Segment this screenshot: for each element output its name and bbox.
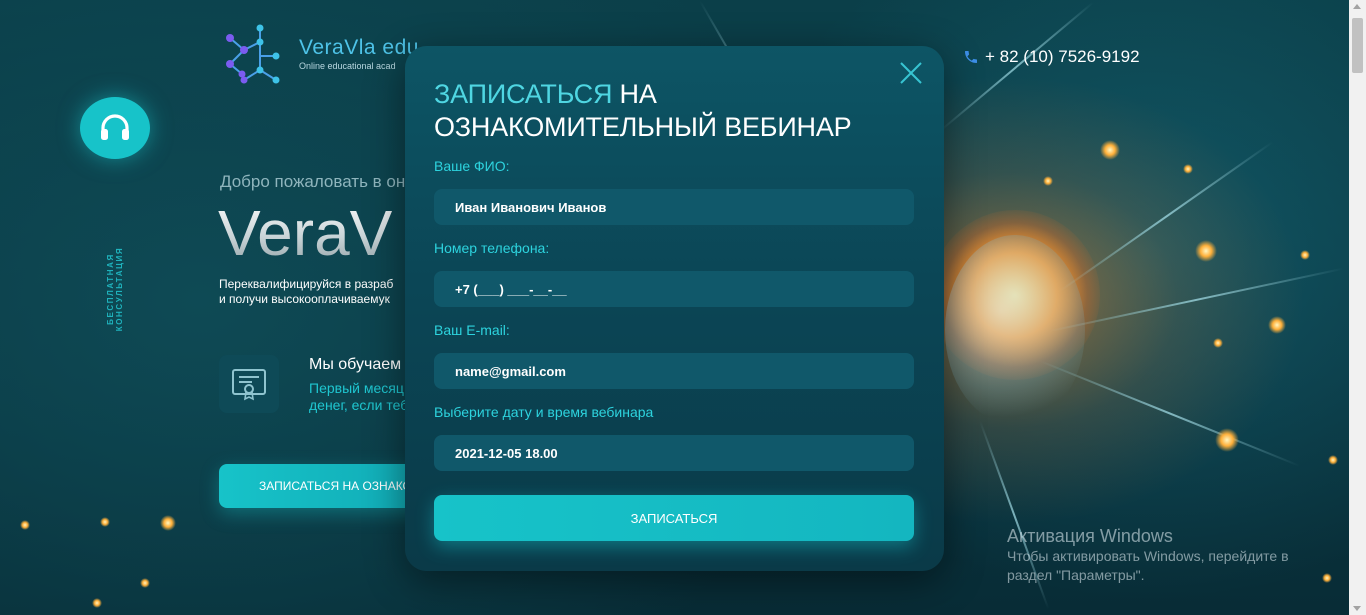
certificate-badge xyxy=(219,355,279,413)
hero-description-line: Переквалифицируйся в разраб xyxy=(219,277,394,291)
spark xyxy=(160,515,176,531)
submit-button[interactable]: ЗАПИСАТЬСЯ xyxy=(434,495,914,541)
free-consultation-button[interactable] xyxy=(80,97,150,159)
spark xyxy=(92,598,102,608)
hero-welcome: Добро пожаловать в онл xyxy=(220,172,416,191)
logo-subtitle: Online educational acad xyxy=(299,61,396,71)
spark xyxy=(140,578,150,588)
spark xyxy=(100,517,110,527)
logo-title: VeraVla edu xyxy=(299,36,419,59)
hero-description-line: и получи высокооплачиваемук xyxy=(219,292,390,306)
phone-label: Номер телефона: xyxy=(434,240,550,256)
close-icon[interactable] xyxy=(898,60,924,86)
consultation-vertical-label: БЕСПЛАТНАЯ КОНСУЛЬТАЦИЯ xyxy=(106,246,124,332)
watermark-line: раздел "Параметры". xyxy=(1007,567,1145,583)
spark xyxy=(1043,176,1053,186)
modal-title-line2: ОЗНАКОМИТЕЛЬНЫЙ ВЕБИНАР xyxy=(434,112,852,142)
modal-title: ЗАПИСАТЬСЯ НА ОЗНАКОМИТЕЛЬНЫЙ ВЕБИНАР xyxy=(434,78,852,144)
hero-description: Переквалифицируйся в разраб и получи выс… xyxy=(219,277,393,307)
windows-activation-watermark: Активация Windows Чтобы активировать Win… xyxy=(1007,526,1289,585)
neuron-dendrite xyxy=(1049,267,1344,332)
headphones-icon xyxy=(101,114,129,140)
teach-description: Первый месяц денег, если тебе xyxy=(309,380,416,414)
watermark-line: Чтобы активировать Windows, перейдите в xyxy=(1007,548,1289,564)
spark xyxy=(1328,455,1338,465)
phone-field[interactable]: +7 (___) ___-__-__ xyxy=(434,271,914,307)
spark xyxy=(1213,338,1223,348)
email-field[interactable]: name@gmail.com xyxy=(434,353,914,389)
site-logo[interactable]: VeraVla edu Online educational acad xyxy=(220,24,430,88)
webinar-signup-modal: ЗАПИСАТЬСЯ НА ОЗНАКОМИТЕЛЬНЫЙ ВЕБИНАР Ва… xyxy=(405,46,944,571)
spark xyxy=(20,520,30,530)
date-select[interactable]: 2021-12-05 18.00 xyxy=(434,435,914,471)
scroll-up-icon[interactable] xyxy=(1353,4,1361,9)
name-field[interactable]: Иван Иванович Иванов xyxy=(434,189,914,225)
neuron-glow xyxy=(930,210,1100,380)
neuron-dendrite xyxy=(1039,360,1300,467)
watermark-title: Активация Windows xyxy=(1007,526,1173,546)
hero-title: VeraV xyxy=(218,197,393,269)
spark xyxy=(1215,428,1239,452)
modal-title-rest: НА xyxy=(612,79,657,109)
spark xyxy=(1100,140,1120,160)
logo-network-icon xyxy=(226,24,280,84)
phone-icon xyxy=(965,51,977,63)
certificate-icon xyxy=(232,369,266,401)
teach-description-line: денег, если тебе xyxy=(309,397,416,413)
neuron-body xyxy=(945,235,1085,425)
spark xyxy=(1195,240,1217,262)
modal-title-accent: ЗАПИСАТЬСЯ xyxy=(434,79,613,109)
teach-title: Мы обучаем xyxy=(309,356,402,373)
spark xyxy=(1322,573,1332,583)
spark xyxy=(1183,164,1193,174)
spark xyxy=(1300,250,1310,260)
spark xyxy=(1268,316,1286,334)
scrollbar-thumb[interactable] xyxy=(1352,18,1363,73)
phone-link[interactable]: + 82 (10) 7526-9192 xyxy=(963,47,1140,67)
page-scrollbar[interactable] xyxy=(1349,0,1366,615)
name-label: Ваше ФИО: xyxy=(434,158,510,174)
scroll-down-icon[interactable] xyxy=(1353,606,1361,611)
teach-description-line: Первый месяц xyxy=(309,380,404,396)
neuron-dendrite xyxy=(1059,141,1274,292)
email-label: Ваш E-mail: xyxy=(434,322,510,338)
date-label: Выберите дату и время вебинара xyxy=(434,404,654,420)
phone-number: + 82 (10) 7526-9192 xyxy=(985,47,1140,66)
